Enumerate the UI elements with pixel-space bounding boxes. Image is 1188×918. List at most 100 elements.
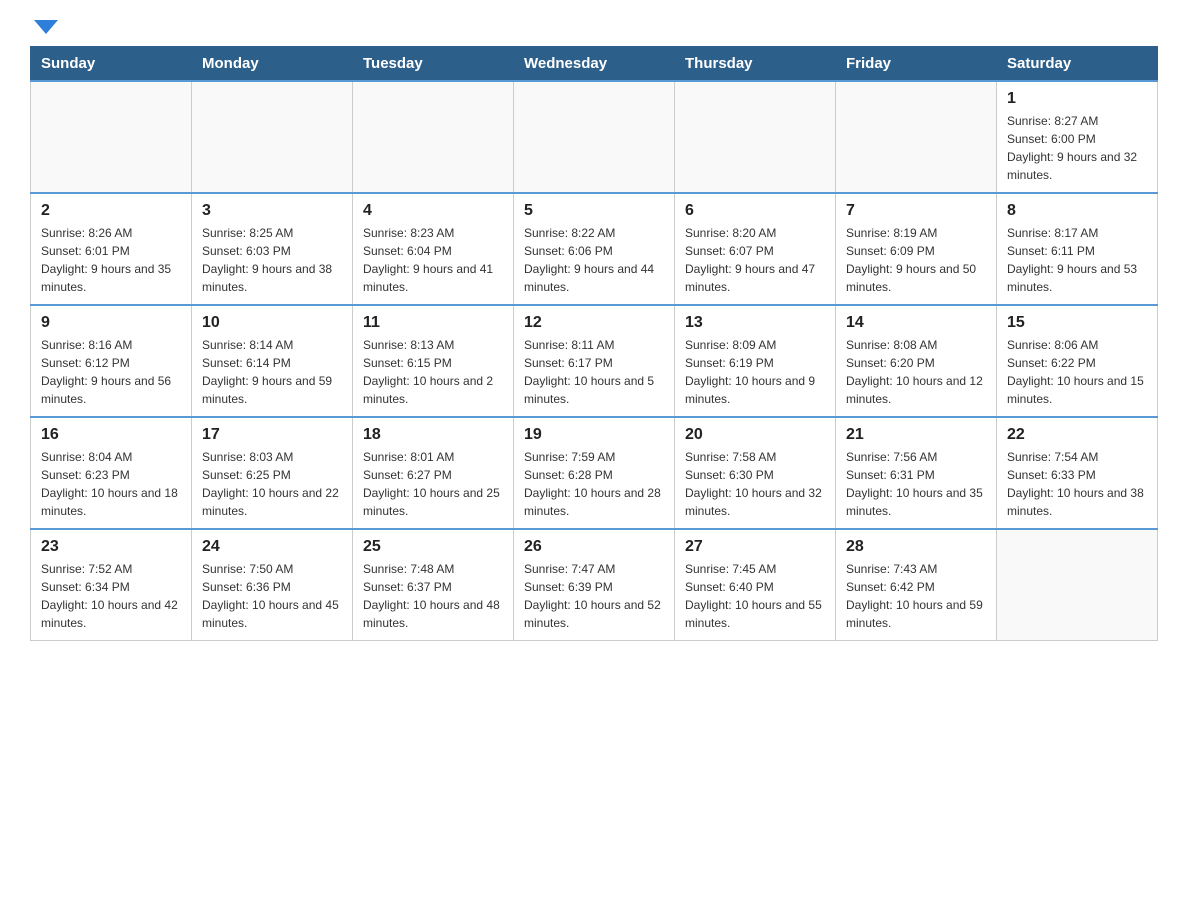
day-number: 14 bbox=[846, 314, 986, 332]
calendar-week-row: 23 Sunrise: 7:52 AM Sunset: 6:34 PM Dayli… bbox=[31, 529, 1158, 641]
calendar-header-row: SundayMondayTuesdayWednesdayThursdayFrid… bbox=[31, 47, 1158, 82]
calendar-cell: 15 Sunrise: 8:06 AM Sunset: 6:22 PM Dayli… bbox=[997, 305, 1158, 417]
calendar-cell: 12Sunrise: 8:11 AM Sunset: 6:17 PM Dayli… bbox=[514, 305, 675, 417]
calendar-cell: 16 Sunrise: 8:04 AM Sunset: 6:23 PM Dayli… bbox=[31, 417, 192, 529]
day-number: 1 bbox=[1007, 90, 1147, 108]
calendar-cell: 22 Sunrise: 7:54 AM Sunset: 6:33 PM Dayli… bbox=[997, 417, 1158, 529]
day-info: Sunrise: 8:09 AM Sunset: 6:19 PM Dayligh… bbox=[685, 336, 825, 408]
day-number: 28 bbox=[846, 538, 986, 556]
day-info: Sunrise: 8:16 AM Sunset: 6:12 PM Dayligh… bbox=[41, 336, 181, 408]
calendar-cell: 1 Sunrise: 8:27 AM Sunset: 6:00 PM Daylig… bbox=[997, 81, 1158, 193]
calendar-cell: 11 Sunrise: 8:13 AM Sunset: 6:15 PM Dayli… bbox=[353, 305, 514, 417]
calendar-cell: 18 Sunrise: 8:01 AM Sunset: 6:27 PM Dayli… bbox=[353, 417, 514, 529]
calendar-cell: 3 Sunrise: 8:25 AM Sunset: 6:03 PM Daylig… bbox=[192, 193, 353, 305]
day-number: 4 bbox=[363, 202, 503, 220]
calendar-cell: 28 Sunrise: 7:43 AM Sunset: 6:42 PM Dayli… bbox=[836, 529, 997, 641]
day-info: Sunrise: 8:20 AM Sunset: 6:07 PM Dayligh… bbox=[685, 224, 825, 296]
calendar-cell: 24 Sunrise: 7:50 AM Sunset: 6:36 PM Dayli… bbox=[192, 529, 353, 641]
day-number: 27 bbox=[685, 538, 825, 556]
day-number: 21 bbox=[846, 426, 986, 444]
day-info: Sunrise: 8:04 AM Sunset: 6:23 PM Dayligh… bbox=[41, 448, 181, 520]
logo-blue-text bbox=[30, 20, 58, 36]
calendar-cell bbox=[836, 81, 997, 193]
day-info: Sunrise: 7:54 AM Sunset: 6:33 PM Dayligh… bbox=[1007, 448, 1147, 520]
day-info: Sunrise: 8:14 AM Sunset: 6:14 PM Dayligh… bbox=[202, 336, 342, 408]
day-number: 6 bbox=[685, 202, 825, 220]
col-header-friday: Friday bbox=[836, 47, 997, 82]
calendar-cell: 14 Sunrise: 8:08 AM Sunset: 6:20 PM Dayli… bbox=[836, 305, 997, 417]
day-info: Sunrise: 7:58 AM Sunset: 6:30 PM Dayligh… bbox=[685, 448, 825, 520]
calendar-cell: 17 Sunrise: 8:03 AM Sunset: 6:25 PM Dayli… bbox=[192, 417, 353, 529]
calendar-cell bbox=[675, 81, 836, 193]
day-number: 9 bbox=[41, 314, 181, 332]
day-number: 20 bbox=[685, 426, 825, 444]
day-number: 17 bbox=[202, 426, 342, 444]
day-info: Sunrise: 8:13 AM Sunset: 6:15 PM Dayligh… bbox=[363, 336, 503, 408]
day-info: Sunrise: 8:27 AM Sunset: 6:00 PM Dayligh… bbox=[1007, 112, 1147, 184]
day-number: 15 bbox=[1007, 314, 1147, 332]
calendar-cell: 21 Sunrise: 7:56 AM Sunset: 6:31 PM Dayli… bbox=[836, 417, 997, 529]
calendar-cell: 8 Sunrise: 8:17 AM Sunset: 6:11 PM Daylig… bbox=[997, 193, 1158, 305]
calendar-week-row: 9 Sunrise: 8:16 AM Sunset: 6:12 PM Daylig… bbox=[31, 305, 1158, 417]
col-header-monday: Monday bbox=[192, 47, 353, 82]
day-info: Sunrise: 8:11 AM Sunset: 6:17 PM Dayligh… bbox=[524, 336, 664, 408]
day-info: Sunrise: 7:56 AM Sunset: 6:31 PM Dayligh… bbox=[846, 448, 986, 520]
day-number: 5 bbox=[524, 202, 664, 220]
day-info: Sunrise: 8:01 AM Sunset: 6:27 PM Dayligh… bbox=[363, 448, 503, 520]
day-info: Sunrise: 7:45 AM Sunset: 6:40 PM Dayligh… bbox=[685, 560, 825, 632]
day-info: Sunrise: 8:06 AM Sunset: 6:22 PM Dayligh… bbox=[1007, 336, 1147, 408]
logo bbox=[30, 20, 58, 36]
day-number: 3 bbox=[202, 202, 342, 220]
day-number: 24 bbox=[202, 538, 342, 556]
day-number: 18 bbox=[363, 426, 503, 444]
calendar-cell: 2 Sunrise: 8:26 AM Sunset: 6:01 PM Daylig… bbox=[31, 193, 192, 305]
calendar-cell: 10 Sunrise: 8:14 AM Sunset: 6:14 PM Dayli… bbox=[192, 305, 353, 417]
day-number: 8 bbox=[1007, 202, 1147, 220]
day-info: Sunrise: 8:25 AM Sunset: 6:03 PM Dayligh… bbox=[202, 224, 342, 296]
day-info: Sunrise: 7:59 AM Sunset: 6:28 PM Dayligh… bbox=[524, 448, 664, 520]
day-number: 23 bbox=[41, 538, 181, 556]
day-number: 7 bbox=[846, 202, 986, 220]
logo-triangle-icon bbox=[34, 20, 58, 34]
calendar-cell: 5Sunrise: 8:22 AM Sunset: 6:06 PM Daylig… bbox=[514, 193, 675, 305]
day-info: Sunrise: 8:23 AM Sunset: 6:04 PM Dayligh… bbox=[363, 224, 503, 296]
day-info: Sunrise: 8:26 AM Sunset: 6:01 PM Dayligh… bbox=[41, 224, 181, 296]
day-number: 11 bbox=[363, 314, 503, 332]
day-info: Sunrise: 7:43 AM Sunset: 6:42 PM Dayligh… bbox=[846, 560, 986, 632]
day-number: 25 bbox=[363, 538, 503, 556]
day-info: Sunrise: 8:03 AM Sunset: 6:25 PM Dayligh… bbox=[202, 448, 342, 520]
calendar-cell bbox=[192, 81, 353, 193]
day-info: Sunrise: 8:08 AM Sunset: 6:20 PM Dayligh… bbox=[846, 336, 986, 408]
day-info: Sunrise: 7:47 AM Sunset: 6:39 PM Dayligh… bbox=[524, 560, 664, 632]
col-header-wednesday: Wednesday bbox=[514, 47, 675, 82]
calendar-week-row: 2 Sunrise: 8:26 AM Sunset: 6:01 PM Daylig… bbox=[31, 193, 1158, 305]
calendar-cell: 6 Sunrise: 8:20 AM Sunset: 6:07 PM Daylig… bbox=[675, 193, 836, 305]
calendar-cell: 20 Sunrise: 7:58 AM Sunset: 6:30 PM Dayli… bbox=[675, 417, 836, 529]
day-info: Sunrise: 7:48 AM Sunset: 6:37 PM Dayligh… bbox=[363, 560, 503, 632]
day-info: Sunrise: 8:19 AM Sunset: 6:09 PM Dayligh… bbox=[846, 224, 986, 296]
calendar-cell: 27 Sunrise: 7:45 AM Sunset: 6:40 PM Dayli… bbox=[675, 529, 836, 641]
calendar-table: SundayMondayTuesdayWednesdayThursdayFrid… bbox=[30, 46, 1158, 641]
day-number: 26 bbox=[524, 538, 664, 556]
calendar-cell bbox=[353, 81, 514, 193]
calendar-cell: 9 Sunrise: 8:16 AM Sunset: 6:12 PM Daylig… bbox=[31, 305, 192, 417]
col-header-thursday: Thursday bbox=[675, 47, 836, 82]
col-header-sunday: Sunday bbox=[31, 47, 192, 82]
calendar-cell bbox=[514, 81, 675, 193]
day-info: Sunrise: 7:50 AM Sunset: 6:36 PM Dayligh… bbox=[202, 560, 342, 632]
col-header-tuesday: Tuesday bbox=[353, 47, 514, 82]
calendar-cell: 23 Sunrise: 7:52 AM Sunset: 6:34 PM Dayli… bbox=[31, 529, 192, 641]
day-number: 16 bbox=[41, 426, 181, 444]
calendar-cell: 13 Sunrise: 8:09 AM Sunset: 6:19 PM Dayli… bbox=[675, 305, 836, 417]
calendar-cell: 7 Sunrise: 8:19 AM Sunset: 6:09 PM Daylig… bbox=[836, 193, 997, 305]
page-header bbox=[30, 20, 1158, 36]
calendar-cell: 4 Sunrise: 8:23 AM Sunset: 6:04 PM Daylig… bbox=[353, 193, 514, 305]
day-info: Sunrise: 7:52 AM Sunset: 6:34 PM Dayligh… bbox=[41, 560, 181, 632]
day-number: 10 bbox=[202, 314, 342, 332]
day-number: 2 bbox=[41, 202, 181, 220]
calendar-week-row: 16 Sunrise: 8:04 AM Sunset: 6:23 PM Dayli… bbox=[31, 417, 1158, 529]
day-info: Sunrise: 8:17 AM Sunset: 6:11 PM Dayligh… bbox=[1007, 224, 1147, 296]
calendar-cell: 19Sunrise: 7:59 AM Sunset: 6:28 PM Dayli… bbox=[514, 417, 675, 529]
day-number: 13 bbox=[685, 314, 825, 332]
day-number: 22 bbox=[1007, 426, 1147, 444]
